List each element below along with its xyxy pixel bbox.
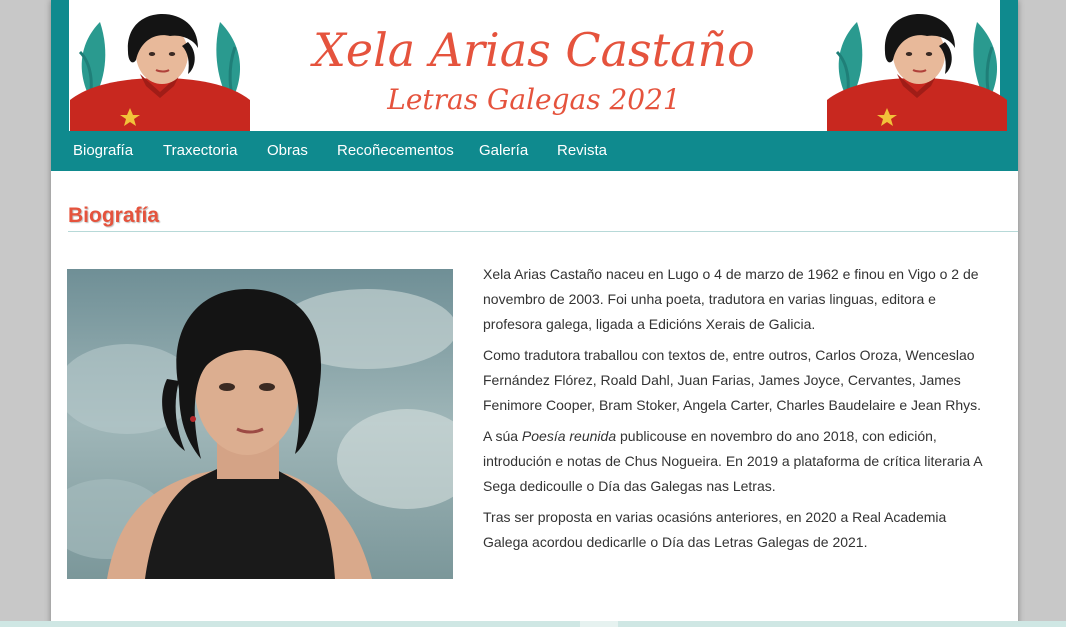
header-banner: Xela Arias Castaño Letras Galegas 2021 <box>69 0 1007 131</box>
site-subtitle: Letras Galegas 2021 <box>387 83 681 116</box>
nav-item-revista[interactable]: Revista <box>557 131 607 171</box>
illustrated-portrait-right <box>827 12 1007 131</box>
footer-strip-gap <box>580 621 618 627</box>
site-header: Xela Arias Castaño Letras Galegas 2021 <box>51 0 1018 131</box>
page-container: Xela Arias Castaño Letras Galegas 2021 B… <box>51 0 1018 627</box>
section-heading: Biografía <box>68 204 160 227</box>
footer-strip <box>0 621 1066 627</box>
bio-paragraph-3-text: A súa <box>483 428 522 444</box>
section-divider <box>68 231 1018 232</box>
nav-item-reconecementos[interactable]: Recoñecementos <box>337 131 454 171</box>
nav-item-galeria[interactable]: Galería <box>479 131 528 171</box>
bio-paragraph-1: Xela Arias Castaño naceu en Lugo o 4 de … <box>483 266 979 332</box>
book-title: Poesía reunida <box>521 428 617 444</box>
illustrated-portrait-left <box>70 12 250 131</box>
bio-paragraph-3: A súa Poesía reunida publicouse en novem… <box>483 424 993 499</box>
bio-paragraph-4: Tras ser proposta en varias ocasións ant… <box>483 509 947 550</box>
nav-item-obras[interactable]: Obras <box>267 131 308 171</box>
nav-item-biografia[interactable]: Biografía <box>73 131 133 171</box>
site-title: Xela Arias Castaño <box>313 23 755 77</box>
main-navigation: Biografía Traxectoria Obras Recoñecement… <box>51 131 1018 171</box>
bio-paragraph-2: Como tradutora traballou con textos de, … <box>483 347 982 413</box>
biography-text: Xela Arias Castaño naceu en Lugo o 4 de … <box>483 262 993 561</box>
author-photo <box>67 269 453 579</box>
nav-item-traxectoria[interactable]: Traxectoria <box>163 131 237 171</box>
